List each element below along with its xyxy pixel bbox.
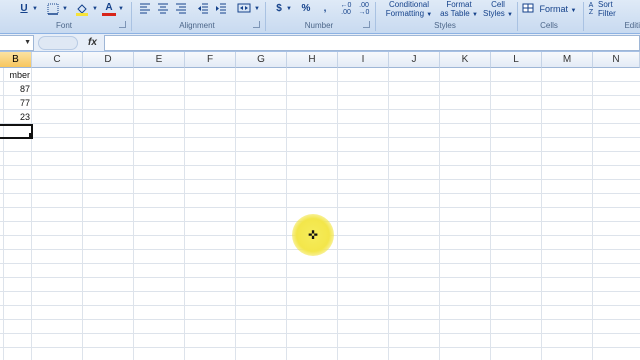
sort-filter-button[interactable]: Sort Filter: [598, 0, 638, 18]
underline-button[interactable]: U: [18, 2, 30, 16]
sort-label: Sort: [598, 0, 613, 9]
name-box-dropdown-icon[interactable]: ▼: [24, 36, 31, 50]
decrease-indent-icon[interactable]: [196, 2, 210, 16]
alignment-group-label: Alignment: [179, 21, 215, 30]
column-header-j[interactable]: J: [389, 52, 440, 68]
cell-cursor-icon: ✜: [307, 228, 319, 242]
decrease-decimal-icon[interactable]: .00 →0: [356, 2, 372, 16]
column-header-f[interactable]: F: [185, 52, 236, 68]
column-header-g[interactable]: G: [236, 52, 287, 68]
font-color-dropdown-icon[interactable]: ▼: [118, 2, 124, 16]
align-center-icon[interactable]: [156, 2, 170, 16]
borders-dropdown-icon[interactable]: ▼: [62, 2, 68, 16]
borders-icon[interactable]: [46, 2, 60, 16]
format-dropdown-icon: ▼: [570, 8, 577, 14]
number-group-label: Number: [304, 21, 334, 30]
format-button[interactable]: Format ▼: [536, 2, 580, 16]
align-left-icon[interactable]: [138, 2, 152, 16]
filter-label: Filter: [598, 9, 616, 18]
column-header-d[interactable]: D: [83, 52, 134, 68]
merge-center-icon[interactable]: [236, 2, 252, 16]
percent-button[interactable]: %: [300, 2, 312, 16]
styles-group-label: Styles: [434, 21, 456, 30]
column-header-n[interactable]: N: [593, 52, 640, 68]
currency-dropdown-icon[interactable]: ▼: [286, 2, 292, 16]
currency-button[interactable]: $: [274, 2, 284, 16]
column-header-k[interactable]: K: [440, 52, 491, 68]
number-group: $ ▼ % , ←0.00 .00 →0 Number: [266, 0, 376, 33]
column-header-h[interactable]: H: [287, 52, 338, 68]
format-as-table-label-1: Format: [446, 0, 472, 9]
formula-bar-buttons[interactable]: [38, 36, 78, 50]
insert-function-icon[interactable]: fx: [88, 34, 97, 51]
format-as-table-button[interactable]: Format as Table ▼: [440, 0, 478, 20]
column-header-e[interactable]: E: [134, 52, 185, 68]
format-cells-icon[interactable]: [522, 2, 534, 16]
column-header-c[interactable]: C: [32, 52, 83, 68]
cell-b-value[interactable]: 77: [0, 96, 30, 110]
format-as-table-text: as Table: [440, 9, 470, 18]
font-group-label: Font: [55, 21, 72, 30]
alignment-dialog-launcher-icon[interactable]: [253, 21, 260, 28]
underline-dropdown-icon[interactable]: ▼: [32, 2, 38, 16]
comma-button[interactable]: ,: [320, 2, 330, 16]
number-dialog-launcher-icon[interactable]: [363, 21, 370, 28]
column-header-b[interactable]: B: [0, 52, 32, 68]
cell-styles-label-2: Styles ▼: [480, 9, 516, 20]
conditional-formatting-button[interactable]: Conditional Formatting ▼: [380, 0, 438, 20]
conditional-formatting-label-1: Conditional: [388, 0, 430, 9]
editing-group-label: Editi: [624, 21, 640, 30]
cell-b-header[interactable]: mber: [0, 68, 30, 82]
conditional-formatting-text: Formatting: [385, 9, 425, 18]
column-header-i[interactable]: I: [338, 52, 389, 68]
worksheet-grid[interactable]: [0, 68, 640, 360]
format-as-table-arrow-icon: ▼: [471, 12, 478, 18]
format-button-label: Format: [539, 4, 569, 14]
font-color-button[interactable]: A: [102, 2, 116, 16]
styles-group: Conditional Formatting ▼ Format as Table…: [376, 0, 518, 33]
cell-styles-button[interactable]: Cell Styles ▼: [480, 0, 516, 20]
fill-color-dropdown-icon[interactable]: ▼: [92, 2, 98, 16]
ribbon: U ▼ ▼ ▼ A ▼ Font ▼ Alignment $ ▼ % , ←0 …: [0, 0, 640, 34]
font-group: U ▼ ▼ ▼ A ▼ Font: [0, 0, 132, 33]
increase-decimal-icon[interactable]: ←0.00: [338, 2, 354, 16]
font-dialog-launcher-icon[interactable]: [119, 21, 126, 28]
merge-dropdown-icon[interactable]: ▼: [254, 2, 260, 16]
column-header-m[interactable]: M: [542, 52, 593, 68]
fill-handle[interactable]: [29, 133, 33, 137]
conditional-formatting-arrow-icon: ▼: [426, 12, 433, 18]
formula-input[interactable]: [104, 35, 640, 51]
cells-group: Format ▼ Cells: [518, 0, 584, 33]
fill-color-icon[interactable]: [74, 2, 90, 16]
cell-b-value[interactable]: 23: [0, 110, 30, 124]
cell-b-value[interactable]: 87: [0, 82, 30, 96]
align-right-icon[interactable]: [174, 2, 188, 16]
sort-az-icon[interactable]: AZ: [586, 2, 596, 16]
conditional-formatting-label-2: Formatting ▼: [380, 9, 438, 20]
cell-styles-label-1: Cell: [491, 0, 505, 9]
name-box[interactable]: ▼: [0, 35, 34, 51]
column-header-l[interactable]: L: [491, 52, 542, 68]
cell-styles-arrow-icon: ▼: [507, 12, 513, 18]
cell-styles-text: Styles: [483, 9, 505, 18]
cells-group-label: Cells: [540, 21, 558, 30]
increase-indent-icon[interactable]: [214, 2, 228, 16]
format-as-table-label-2: as Table ▼: [440, 9, 478, 20]
editing-group: AZ Sort Filter Editi: [584, 0, 640, 33]
alignment-group: ▼ Alignment: [132, 0, 266, 33]
formula-bar: ▼ fx: [0, 34, 640, 52]
